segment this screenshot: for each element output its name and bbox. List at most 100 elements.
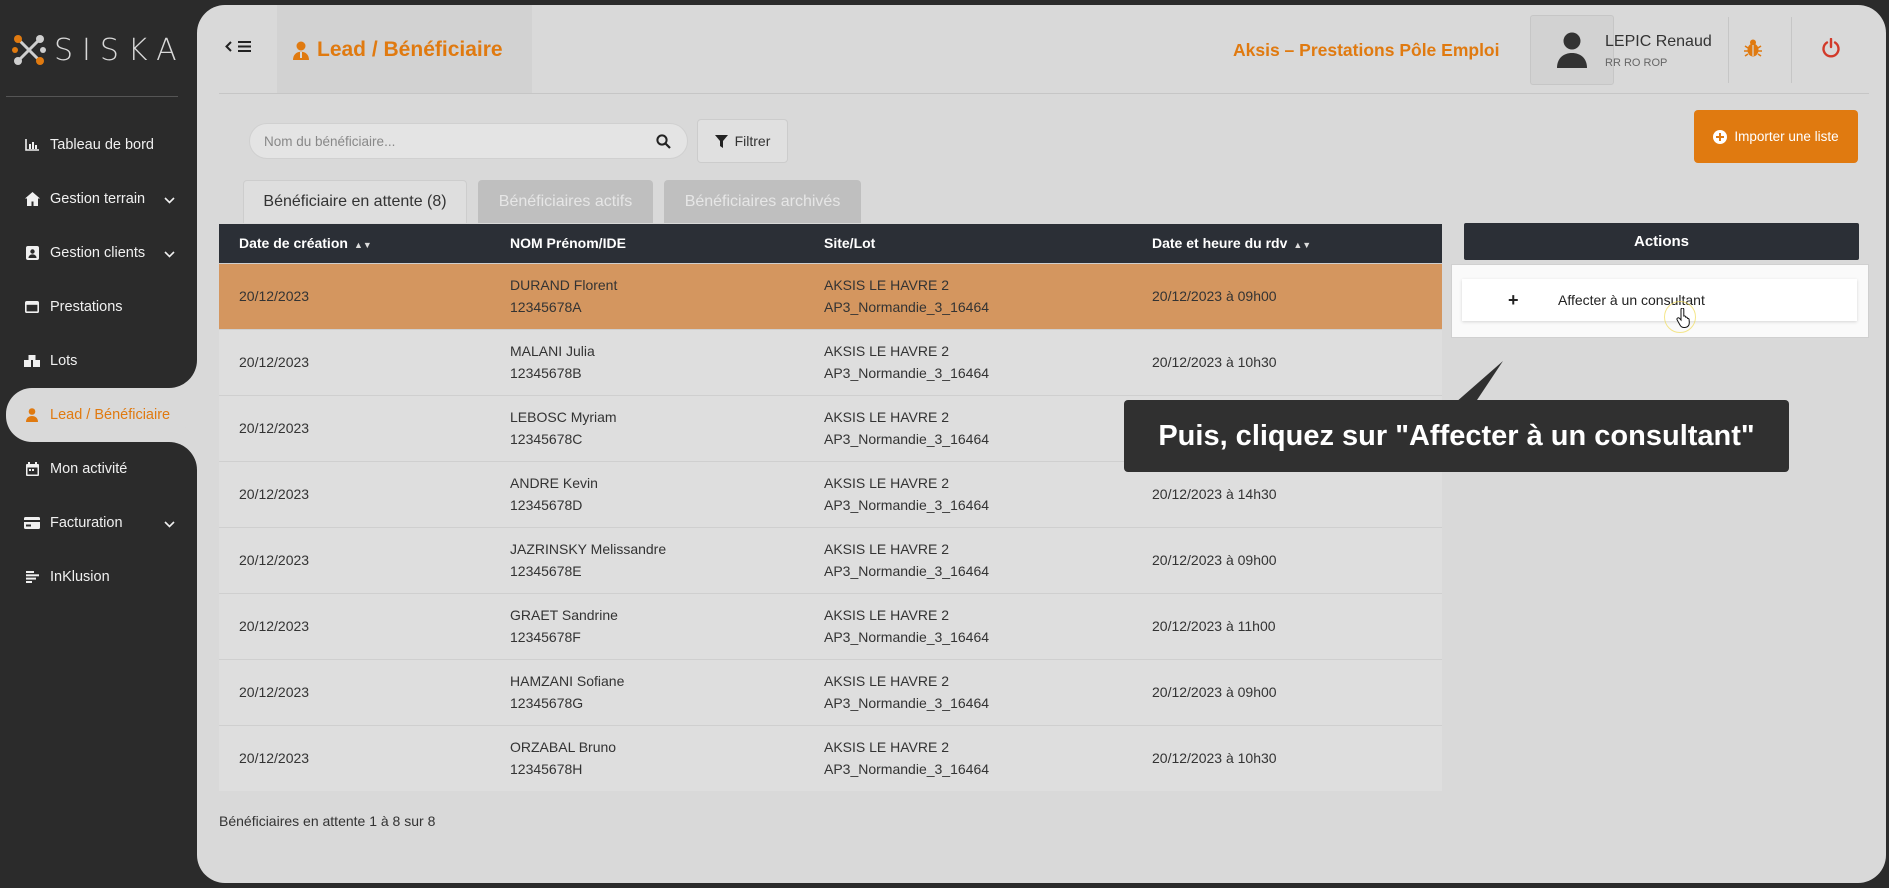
window-icon — [24, 299, 40, 315]
sidebar-item-lots[interactable]: Lots — [0, 334, 197, 388]
site-name: AKSIS LE HAVRE 2 — [824, 409, 950, 425]
beneficiary-name: ANDRE Kevin — [510, 475, 598, 491]
cell-created: 20/12/2023 — [219, 394, 490, 461]
beneficiary-name: LEBOSC Myriam — [510, 409, 617, 425]
plus-icon: + — [1508, 289, 1519, 310]
tab-beneficiaires-actifs[interactable]: Bénéficiaires actifs — [478, 180, 653, 223]
beneficiary-ide: 12345678B — [510, 365, 582, 381]
actions-menu: + Affecter à un consultant — [1451, 264, 1869, 338]
cell-rdv: 20/12/2023 à 09h00 — [1132, 526, 1442, 593]
cell-rdv: 20/12/2023 à 10h30 — [1132, 724, 1442, 791]
beneficiary-ide: 12345678G — [510, 695, 584, 711]
page-title: Lead / Bénéficiaire — [293, 38, 503, 62]
search-icon[interactable] — [656, 134, 671, 154]
page-title-text: Lead / Bénéficiaire — [317, 38, 503, 61]
cell-name: JAZRINSKY Melissandre 12345678E — [490, 526, 804, 593]
import-label: Importer une liste — [1734, 129, 1839, 144]
plus-circle-icon — [1713, 129, 1728, 144]
sidebar-item-label: InKlusion — [50, 569, 110, 585]
column-header-date-rdv[interactable]: Date et heure du rdv ▲▼ — [1132, 224, 1442, 263]
cell-rdv: 20/12/2023 à 09h00 — [1132, 262, 1442, 329]
sidebar-item-mon-activite[interactable]: Mon activité — [0, 442, 197, 496]
sidebar: SISKA Tableau de bord Gestion terrain Ge… — [0, 0, 197, 888]
sidebar-item-label: Tableau de bord — [50, 137, 154, 153]
column-header-nom: NOM Prénom/IDE — [490, 224, 804, 263]
beneficiary-name: MALANI Julia — [510, 343, 595, 359]
table-row[interactable]: 20/12/2023 MALANI Julia 12345678B AKSIS L… — [219, 328, 1442, 395]
chevron-down-icon — [164, 516, 175, 532]
search-input[interactable] — [250, 124, 630, 158]
sidebar-item-gestion-terrain[interactable]: Gestion terrain — [0, 172, 197, 226]
table-row[interactable]: 20/12/2023 JAZRINSKY Melissandre 12345678… — [219, 526, 1442, 593]
chart-icon — [24, 137, 40, 153]
cell-site: AKSIS LE HAVRE 2 AP3_Normandie_3_16464 — [804, 460, 1132, 527]
table-row[interactable]: 20/12/2023 DURAND Florent 12345678A AKSIS… — [219, 262, 1442, 329]
divider — [1791, 17, 1792, 83]
table-row[interactable]: 20/12/2023 GRAET Sandrine 12345678F AKSIS… — [219, 592, 1442, 659]
sidebar-item-gestion-clients[interactable]: Gestion clients — [0, 226, 197, 280]
beneficiaries-table: Date de création ▲▼ NOM Prénom/IDE Site/L… — [219, 224, 1442, 791]
lot-name: AP3_Normandie_3_16464 — [824, 761, 990, 778]
chevron-left-icon — [225, 41, 232, 52]
site-name: AKSIS LE HAVRE 2 — [824, 475, 950, 491]
sidebar-item-inklusion[interactable]: InKlusion — [0, 550, 197, 604]
beneficiary-name: DURAND Florent — [510, 277, 618, 293]
bug-report-button[interactable] — [1743, 38, 1763, 63]
import-list-button[interactable]: Importer une liste — [1694, 110, 1858, 163]
search-box — [249, 123, 688, 159]
user-icon — [293, 41, 309, 60]
lot-name: AP3_Normandie_3_16464 — [824, 497, 990, 513]
chevron-down-icon — [164, 192, 175, 208]
cell-site: AKSIS LE HAVRE 2 AP3_Normandie_3_16464 — [804, 328, 1132, 395]
sidebar-item-label: Lead / Bénéficiaire — [50, 407, 171, 423]
avatar[interactable] — [1530, 15, 1614, 85]
sidebar-divider — [6, 96, 178, 97]
lot-name: AP3_Normandie_3_16464 — [824, 629, 990, 645]
site-name: AKSIS LE HAVRE 2 — [824, 673, 950, 689]
beneficiary-ide: 12345678E — [510, 563, 582, 579]
sort-icon: ▲▼ — [1293, 240, 1312, 251]
site-name: AKSIS LE HAVRE 2 — [824, 343, 950, 359]
sort-icon: ▲▼ — [353, 240, 372, 251]
sidebar-item-prestations[interactable]: Prestations — [0, 280, 197, 334]
cell-site: AKSIS LE HAVRE 2 AP3_Normandie_3_16464 — [804, 658, 1132, 725]
cell-site: AKSIS LE HAVRE 2 AP3_Normandie_3_16464 — [804, 262, 1132, 329]
sidebar-item-lead-beneficiaire[interactable]: Lead / Bénéficiaire — [6, 388, 197, 442]
table-row[interactable]: 20/12/2023 ORZABAL Bruno 12345678H AKSIS … — [219, 724, 1442, 791]
cell-created: 20/12/2023 — [219, 460, 490, 527]
cell-name: MALANI Julia 12345678B — [490, 328, 804, 395]
site-name: AKSIS LE HAVRE 2 — [824, 541, 950, 557]
cell-site: AKSIS LE HAVRE 2 AP3_Normandie_3_16464 — [804, 526, 1132, 593]
table-row[interactable]: 20/12/2023 HAMZANI Sofiane 12345678G AKSI… — [219, 658, 1442, 725]
logo-text: SISKA — [54, 32, 186, 68]
beneficiary-name: ORZABAL Bruno — [510, 739, 617, 756]
logout-button[interactable] — [1821, 37, 1841, 63]
lot-name: AP3_Normandie_3_16464 — [824, 563, 990, 579]
cell-name: ANDRE Kevin 12345678D — [490, 460, 804, 527]
sidebar-item-tableau-de-bord[interactable]: Tableau de bord — [0, 118, 197, 172]
cell-site: AKSIS LE HAVRE 2 AP3_Normandie_3_16464 — [804, 592, 1132, 659]
cell-name: LEBOSC Myriam 12345678C — [490, 394, 804, 461]
beneficiary-name: HAMZANI Sofiane — [510, 673, 625, 689]
boxes-icon — [24, 353, 40, 369]
column-header-label: NOM Prénom/IDE — [510, 235, 626, 252]
tab-beneficiaires-archives[interactable]: Bénéficiaires archivés — [664, 180, 861, 223]
top-bar: Lead / Bénéficiaire Aksis – Prestations … — [197, 5, 1886, 95]
sidebar-item-facturation[interactable]: Facturation — [0, 496, 197, 550]
chevron-down-icon — [164, 246, 175, 262]
tooltip-arrow — [1455, 361, 1503, 403]
cell-created: 20/12/2023 — [219, 262, 490, 329]
cell-site: AKSIS LE HAVRE 2 AP3_Normandie_3_16464 — [804, 394, 1132, 461]
tab-beneficiaires-en-attente[interactable]: Bénéficiaire en attente (8) — [243, 180, 467, 223]
lot-name: AP3_Normandie_3_16464 — [824, 695, 990, 711]
beneficiary-ide: 12345678H — [510, 761, 583, 778]
user-avatar-icon — [1557, 32, 1587, 68]
cell-created: 20/12/2023 — [219, 658, 490, 725]
sidebar-toggle-button[interactable] — [225, 41, 251, 52]
assign-consultant-menu-item[interactable]: + Affecter à un consultant — [1462, 279, 1857, 321]
column-header-label: Date et heure du rdv — [1152, 235, 1288, 252]
beneficiary-ide: 12345678F — [510, 629, 581, 645]
filter-button[interactable]: Filtrer — [697, 119, 788, 163]
home-icon — [24, 191, 40, 207]
column-header-date-creation[interactable]: Date de création ▲▼ — [219, 224, 490, 263]
